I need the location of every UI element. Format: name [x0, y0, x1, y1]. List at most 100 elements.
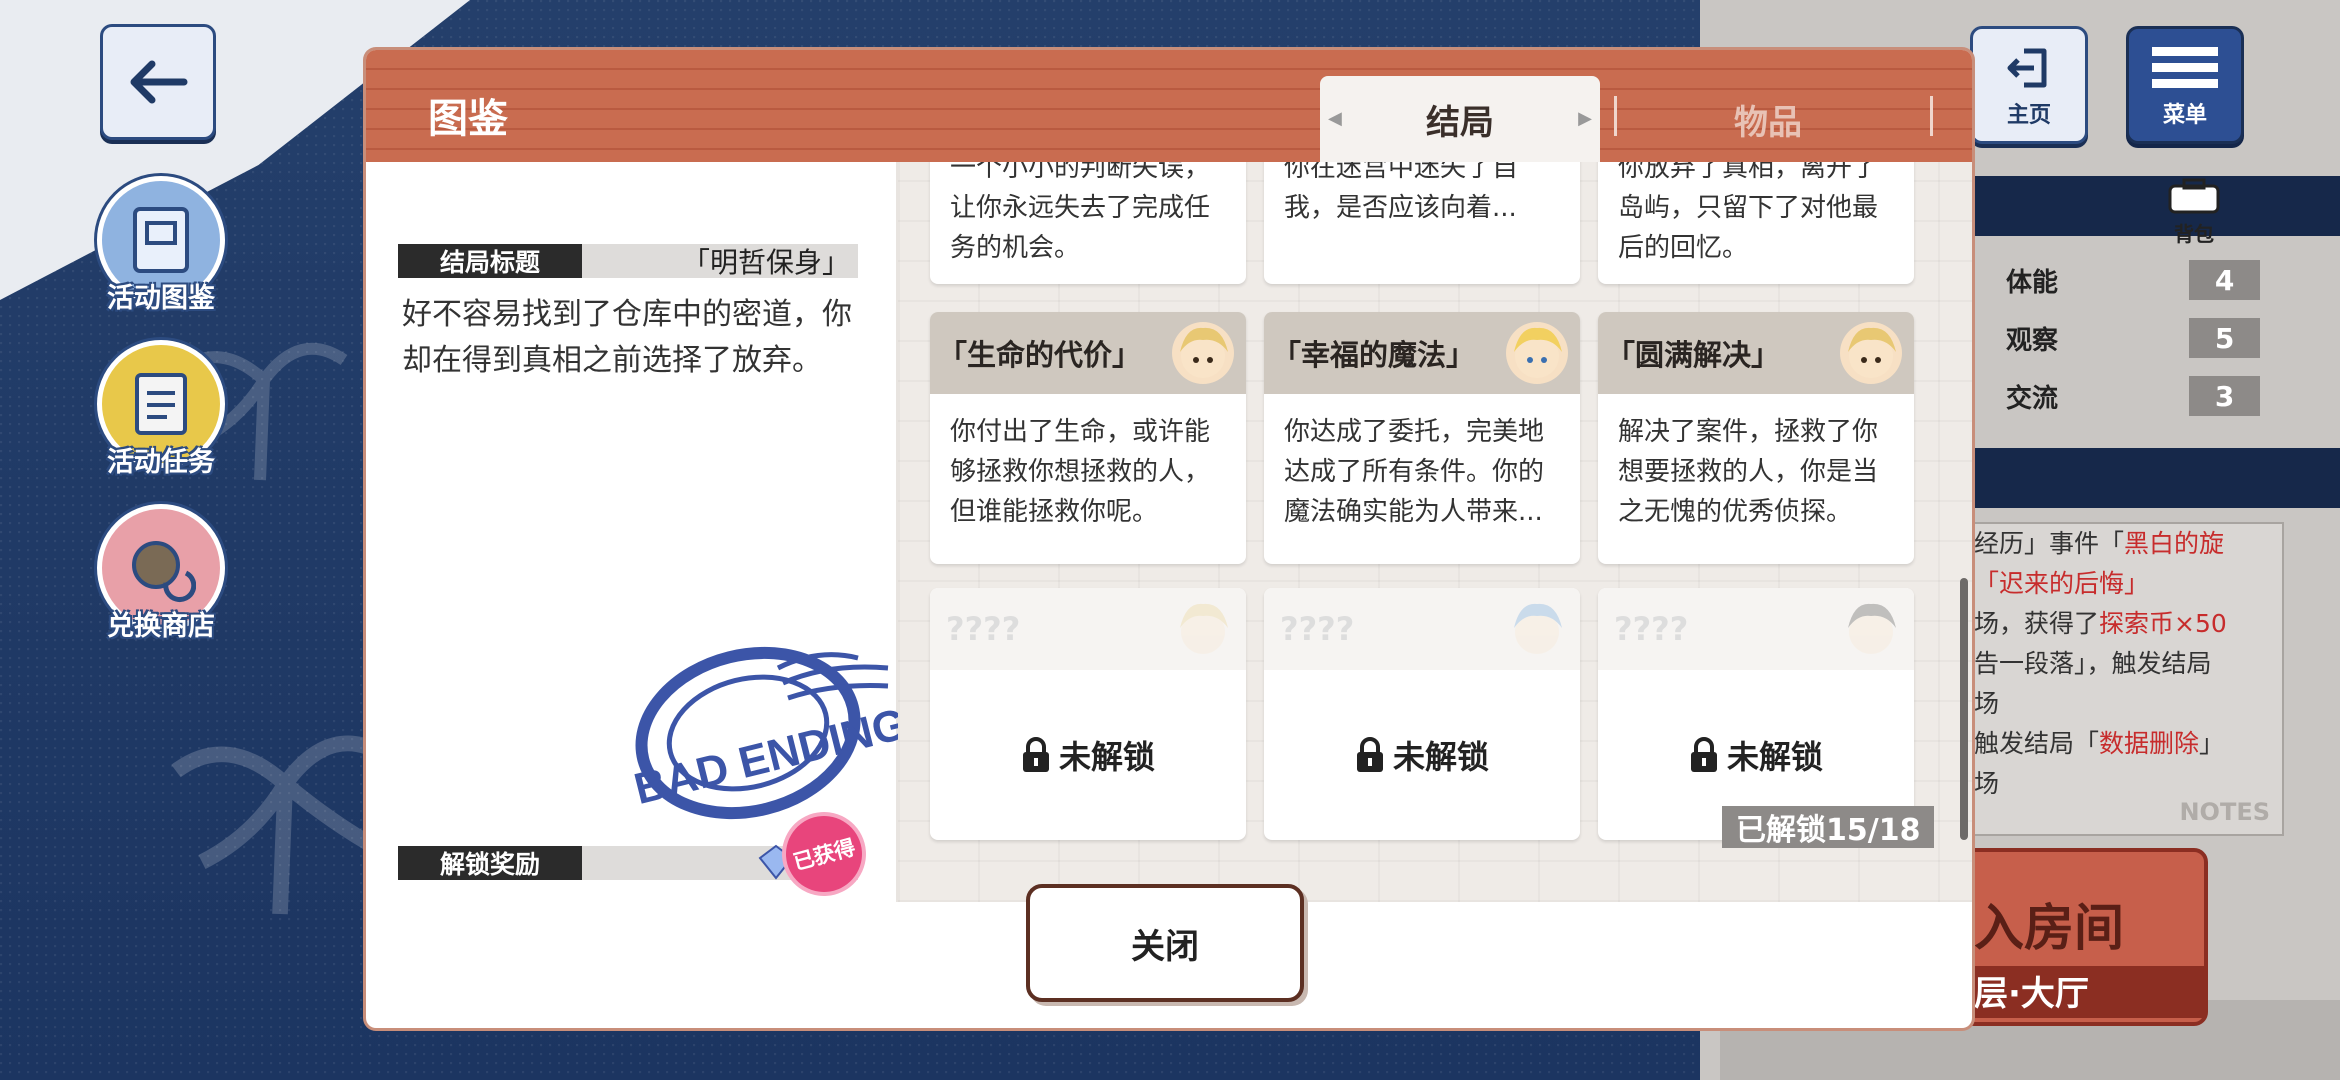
ending-card-title: 「圆满解决」: [1598, 312, 1914, 394]
activity-album-button[interactable]: 活动图鉴: [96, 176, 226, 315]
backpack-button[interactable]: 背包: [2164, 178, 2224, 247]
locked-card-title-text: ????: [946, 610, 1021, 648]
locked-status-text: 未解锁: [1058, 738, 1155, 776]
status-bar: [1960, 176, 2340, 236]
activity-tasks-button[interactable]: 活动任务: [96, 340, 226, 479]
ending-card-text: 你付出了生命，或许能够拯救你想拯救的人，但谁能拯救你呢。: [950, 417, 1211, 527]
ending-description: 好不容易找到了仓库中的密道，你却在得到真相之前选择了放弃。: [402, 297, 852, 378]
locked-status-text: 未解锁: [1726, 738, 1823, 776]
triangle-right-icon: ▶: [1578, 108, 1592, 129]
locked-ending-card[interactable]: ???? 未解锁: [1598, 588, 1914, 840]
character-silhouette-icon: [1848, 603, 1896, 654]
stat-name: 体能: [2006, 267, 2059, 298]
back-button[interactable]: [100, 24, 216, 140]
character-silhouette-icon: [1180, 603, 1228, 654]
ending-card[interactable]: 一个小小的判断失误，让你永远失去了完成任务的机会。: [930, 162, 1246, 284]
activity-tasks-label: 活动任务: [107, 447, 215, 478]
home-label: 主页: [2006, 103, 2051, 128]
ending-title-label: 结局标题: [398, 244, 582, 278]
lock-icon: [1690, 737, 1717, 772]
stamp-text: BAD ENDING: [629, 699, 898, 814]
notes-highlight: 数据删除: [2099, 729, 2200, 758]
scrollbar[interactable]: [1960, 578, 1968, 840]
ending-card-title-text: 「生命的代价」: [938, 338, 1142, 372]
character-silhouette-icon: [1514, 603, 1562, 654]
stat-name: 观察: [2006, 325, 2059, 356]
locked-card-title: ????: [1598, 588, 1914, 670]
endings-grid: 一个小小的判断失误，让你永远失去了完成任务的机会。 你在迷宫中迷失了自我，是否应…: [898, 162, 1972, 902]
reward-label: 解锁奖励: [398, 846, 582, 880]
close-button[interactable]: 关闭: [1026, 884, 1304, 1002]
notes-highlight: 探索币×50: [2099, 609, 2227, 638]
locked-card-title: ????: [930, 588, 1246, 670]
hamburger-menu-icon: [2152, 47, 2218, 88]
close-button-label: 关闭: [1131, 926, 1199, 967]
stat-value: 5: [2189, 318, 2260, 358]
triangle-left-icon: ◀: [1328, 108, 1342, 129]
notes-highlight: 「迟来的后悔」: [1974, 569, 2150, 598]
menu-label: 菜单: [2162, 103, 2207, 128]
backpack-label: 背包: [2174, 222, 2214, 246]
locked-ending-card[interactable]: ???? 未解锁: [1264, 588, 1580, 840]
ending-card-text: 一个小小的判断失误，让你永远失去了完成任务的机会。: [950, 162, 1211, 263]
ending-card-text: 你放弃了真相，离开了岛屿，只留下了对他最后的回忆。: [1618, 162, 1879, 263]
arrow-left-icon: [130, 60, 188, 104]
ending-card[interactable]: 「圆满解决」 解决了案件，拯救了你想要拯救的人，你是当之无愧的优秀侦探。: [1598, 312, 1914, 564]
ending-card[interactable]: 「幸福的魔法」 你达成了委托，完美地达成了所有条件。你的魔法确实能为人带来...: [1264, 312, 1580, 564]
notes-header-bar: [1960, 448, 2340, 508]
ending-card[interactable]: 「生命的代价」 你付出了生命，或许能够拯救你想拯救的人，但谁能拯救你呢。: [930, 312, 1246, 564]
menu-button[interactable]: 菜单: [2126, 26, 2244, 144]
tab-divider: [1614, 96, 1617, 136]
locked-card-title: ????: [1264, 588, 1580, 670]
ending-card-title-text: 「幸福的魔法」: [1272, 338, 1476, 372]
stat-row: 交流 3: [1960, 374, 2260, 418]
enter-room-title: 入房间: [1974, 899, 2124, 957]
ending-title-value: 「明哲保身」: [681, 246, 850, 279]
tab-endings[interactable]: ◀ 结局 ▶: [1320, 76, 1600, 162]
dialog-title: 图鉴: [428, 96, 508, 142]
tab-items[interactable]: 物品: [1618, 76, 1918, 162]
locked-ending-card[interactable]: ???? 未解锁: [930, 588, 1246, 840]
bad-ending-stamp-icon: BAD ENDING: [629, 646, 898, 820]
notes-text: 场: [1974, 689, 2000, 718]
ending-card-title-text: 「圆满解决」: [1606, 338, 1781, 372]
home-button[interactable]: 主页: [1970, 26, 2088, 144]
stat-row: 体能 4: [1960, 258, 2260, 302]
enter-room-subtitle: 层·大厅: [1964, 966, 2204, 1018]
locked-status: 未解锁: [930, 670, 1246, 840]
ending-detail-panel: 结局标题 「明哲保身」 好不容易找到了仓库中的密道，你却在得到真相之前选择了放弃…: [366, 162, 898, 902]
ending-card-text: 你在迷宫中迷失了自我，是否应该向着...: [1284, 162, 1519, 223]
stat-value: 4: [2189, 260, 2260, 300]
exchange-shop-button[interactable]: 兑换商店: [96, 504, 226, 643]
locked-status-text: 未解锁: [1392, 738, 1489, 776]
ending-card[interactable]: 你在迷宫中迷失了自我，是否应该向着...: [1264, 162, 1580, 284]
notes-text: 场，获得了: [1974, 609, 2100, 638]
stat-row: 观察 5: [1960, 316, 2260, 360]
backpack-icon: [2168, 178, 2220, 214]
character-avatar-icon: [1172, 322, 1234, 384]
notes-highlight: 黑白的旋: [2124, 529, 2225, 558]
ending-card[interactable]: 你放弃了真相，离开了岛屿，只留下了对他最后的回忆。: [1598, 162, 1914, 284]
locked-status: 未解锁: [1264, 670, 1580, 840]
unlock-count-badge: 已解锁15/18: [1722, 806, 1935, 848]
collection-dialog: 图鉴 ◀ 结局 ▶ 物品 结局标题 「明哲保身」 好不容易找到了仓库中的密道，你…: [366, 50, 1972, 1028]
notes-text: 触发结局「: [1974, 729, 2100, 758]
lock-icon: [1356, 737, 1383, 772]
notes-panel: 经历」事件「黑白的旋 「迟来的后悔」 场，获得了探索币×50 告一段落」，触发结…: [1960, 522, 2284, 836]
ending-card-title: 「幸福的魔法」: [1264, 312, 1580, 394]
notes-watermark: NOTES: [2179, 798, 2270, 826]
locked-card-title-text: ????: [1280, 610, 1355, 648]
locked-card-title-text: ????: [1614, 610, 1689, 648]
exit-door-icon: [2007, 48, 2047, 88]
tab-label: 物品: [1734, 102, 1802, 143]
ending-card-text: 解决了案件，拯救了你想要拯救的人，你是当之无愧的优秀侦探。: [1618, 417, 1879, 527]
character-avatar-icon: [1506, 322, 1568, 384]
stat-value: 3: [2189, 376, 2260, 416]
notes-text: 经历」事件「: [1974, 529, 2125, 558]
enter-room-button[interactable]: 入房间 层·大厅: [1960, 848, 2208, 1026]
notes-text: 」: [2199, 729, 2225, 758]
ending-card-title: 「生命的代价」: [930, 312, 1246, 394]
stat-name: 交流: [2006, 383, 2059, 414]
activity-album-label: 活动图鉴: [107, 283, 215, 314]
notes-text: 告一段落」，触发结局: [1974, 649, 2212, 678]
